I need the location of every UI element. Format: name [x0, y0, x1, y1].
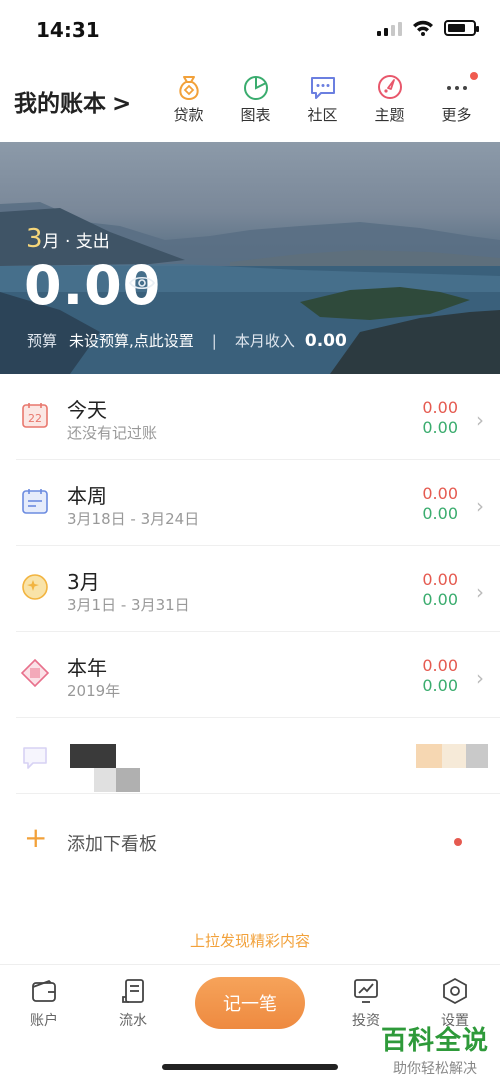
home-indicator[interactable]	[162, 1064, 338, 1070]
nav-chart-label: 图表	[240, 106, 271, 124]
notification-dot	[454, 838, 462, 846]
community-chat-icon	[23, 747, 47, 769]
pixelated-block	[466, 744, 488, 768]
income-value: 0.00	[304, 330, 347, 351]
week-calendar-icon	[22, 489, 48, 514]
income-label: 本月收入	[234, 332, 295, 350]
tab-accounts-label: 账户	[30, 1013, 58, 1029]
record-entry-button[interactable]: 记一笔	[195, 977, 305, 1029]
nav-community[interactable]: 社区	[289, 72, 356, 125]
header: 我的账本 > 贷款 图表 社区 主题 更多	[0, 60, 500, 142]
nav-chart[interactable]: 图表	[222, 72, 289, 125]
status-icons	[377, 20, 479, 36]
watermark-title: 百科全说	[380, 1026, 489, 1056]
row-subtitle: 3月1日 - 3月31日	[67, 596, 190, 614]
pie-chart-icon	[243, 76, 268, 100]
period-month: 3	[26, 224, 43, 254]
summary-list: 22 今天 还没有记过账 0.00 0.00 › 本周 3月18日 - 3月24…	[0, 374, 500, 794]
loan-bag-icon	[178, 76, 199, 101]
ledger-icon	[122, 979, 144, 1003]
pixelated-block	[70, 744, 116, 768]
row-subtitle: 3月18日 - 3月24日	[67, 510, 200, 528]
book-title: 我的账本	[14, 91, 106, 117]
blurred-community-row[interactable]	[16, 718, 500, 794]
battery-icon	[444, 20, 479, 36]
pixelated-block	[116, 768, 140, 792]
budget-setup-link[interactable]: 未设预算,点此设置	[69, 330, 194, 351]
row-title: 今天	[67, 398, 107, 422]
nav-more-label: 更多	[441, 106, 472, 124]
add-board-label: 添加下看板	[67, 834, 157, 855]
budget-label: 预算	[27, 332, 58, 350]
row-expense: 0.00	[422, 484, 458, 503]
summary-row-today[interactable]: 22 今天 还没有记过账 0.00 0.00 ›	[16, 374, 500, 460]
watermark-logo: 百科全说 助你轻松解决	[376, 1020, 494, 1078]
status-bar: 14:31	[0, 0, 500, 60]
tab-transactions-label: 流水	[119, 1013, 147, 1029]
row-subtitle: 还没有记过账	[67, 424, 158, 442]
wifi-icon	[413, 20, 433, 36]
chevron-right-icon: >	[112, 91, 132, 117]
chevron-right-icon: ›	[476, 580, 484, 604]
row-income: 0.00	[422, 676, 458, 695]
tab-transactions[interactable]: 流水	[103, 977, 163, 1030]
book-selector[interactable]: 我的账本 >	[14, 84, 131, 118]
tab-accounts[interactable]: 账户	[14, 977, 74, 1030]
chevron-right-icon: ›	[476, 408, 484, 432]
nav-loan-label: 贷款	[173, 106, 204, 124]
investment-chart-icon	[354, 979, 378, 1003]
pull-up-hint[interactable]: 上拉发现精彩内容	[0, 930, 500, 951]
row-title: 本年	[67, 656, 107, 680]
period-suffix: 月 · 支出	[42, 232, 110, 252]
row-expense: 0.00	[422, 656, 458, 675]
row-expense: 0.00	[422, 398, 458, 417]
nav-loan[interactable]: 贷款	[155, 72, 222, 125]
calendar-22-icon: 22	[22, 403, 48, 428]
notification-dot	[470, 72, 478, 80]
chevron-right-icon: ›	[476, 666, 484, 690]
summary-row-month[interactable]: 3月 3月1日 - 3月31日 0.00 0.00 ›	[16, 546, 500, 632]
divider: |	[211, 331, 217, 350]
add-board-row[interactable]: + 添加下看板	[0, 806, 500, 878]
more-dots-icon	[446, 86, 467, 90]
chevron-right-icon: ›	[476, 494, 484, 518]
settings-hexagon-icon	[443, 977, 467, 1005]
nav-more[interactable]: 更多	[423, 72, 490, 125]
header-nav: 贷款 图表 社区 主题 更多	[155, 72, 490, 125]
row-income: 0.00	[422, 504, 458, 523]
calendar-day-text: 22	[28, 412, 42, 425]
row-income: 0.00	[422, 590, 458, 609]
moon-icon	[22, 574, 48, 600]
monthly-summary-banner[interactable]: 3月 · 支出 0.00 预算 未设预算,点此设置 | 本月收入 0.00	[0, 142, 500, 374]
eye-visibility-icon[interactable]	[128, 275, 156, 291]
period-label: 3月 · 支出	[26, 224, 110, 254]
status-time: 14:31	[36, 18, 100, 42]
theme-palette-icon	[377, 75, 402, 99]
year-diamond-icon	[20, 658, 50, 688]
watermark-subtitle: 助你轻松解决	[376, 1058, 494, 1078]
summary-row-week[interactable]: 本周 3月18日 - 3月24日 0.00 0.00 ›	[16, 460, 500, 546]
nav-theme-label: 主题	[374, 106, 405, 124]
community-chat-icon	[310, 77, 335, 99]
row-income: 0.00	[422, 418, 458, 437]
nav-theme[interactable]: 主题	[356, 72, 423, 125]
hero-footer: 预算 未设预算,点此设置 | 本月收入 0.00	[27, 330, 347, 351]
pixelated-block	[94, 768, 116, 792]
nav-community-label: 社区	[307, 106, 338, 124]
row-subtitle: 2019年	[67, 682, 121, 700]
pixelated-block	[416, 744, 442, 768]
summary-row-year[interactable]: 本年 2019年 0.00 0.00 ›	[16, 632, 500, 718]
wallet-icon	[32, 979, 56, 1002]
cellular-signal-icon	[377, 20, 402, 36]
pixelated-block	[442, 744, 466, 768]
row-title: 本周	[67, 484, 107, 508]
row-expense: 0.00	[422, 570, 458, 589]
row-title: 3月	[67, 570, 100, 594]
plus-icon: +	[24, 821, 48, 854]
